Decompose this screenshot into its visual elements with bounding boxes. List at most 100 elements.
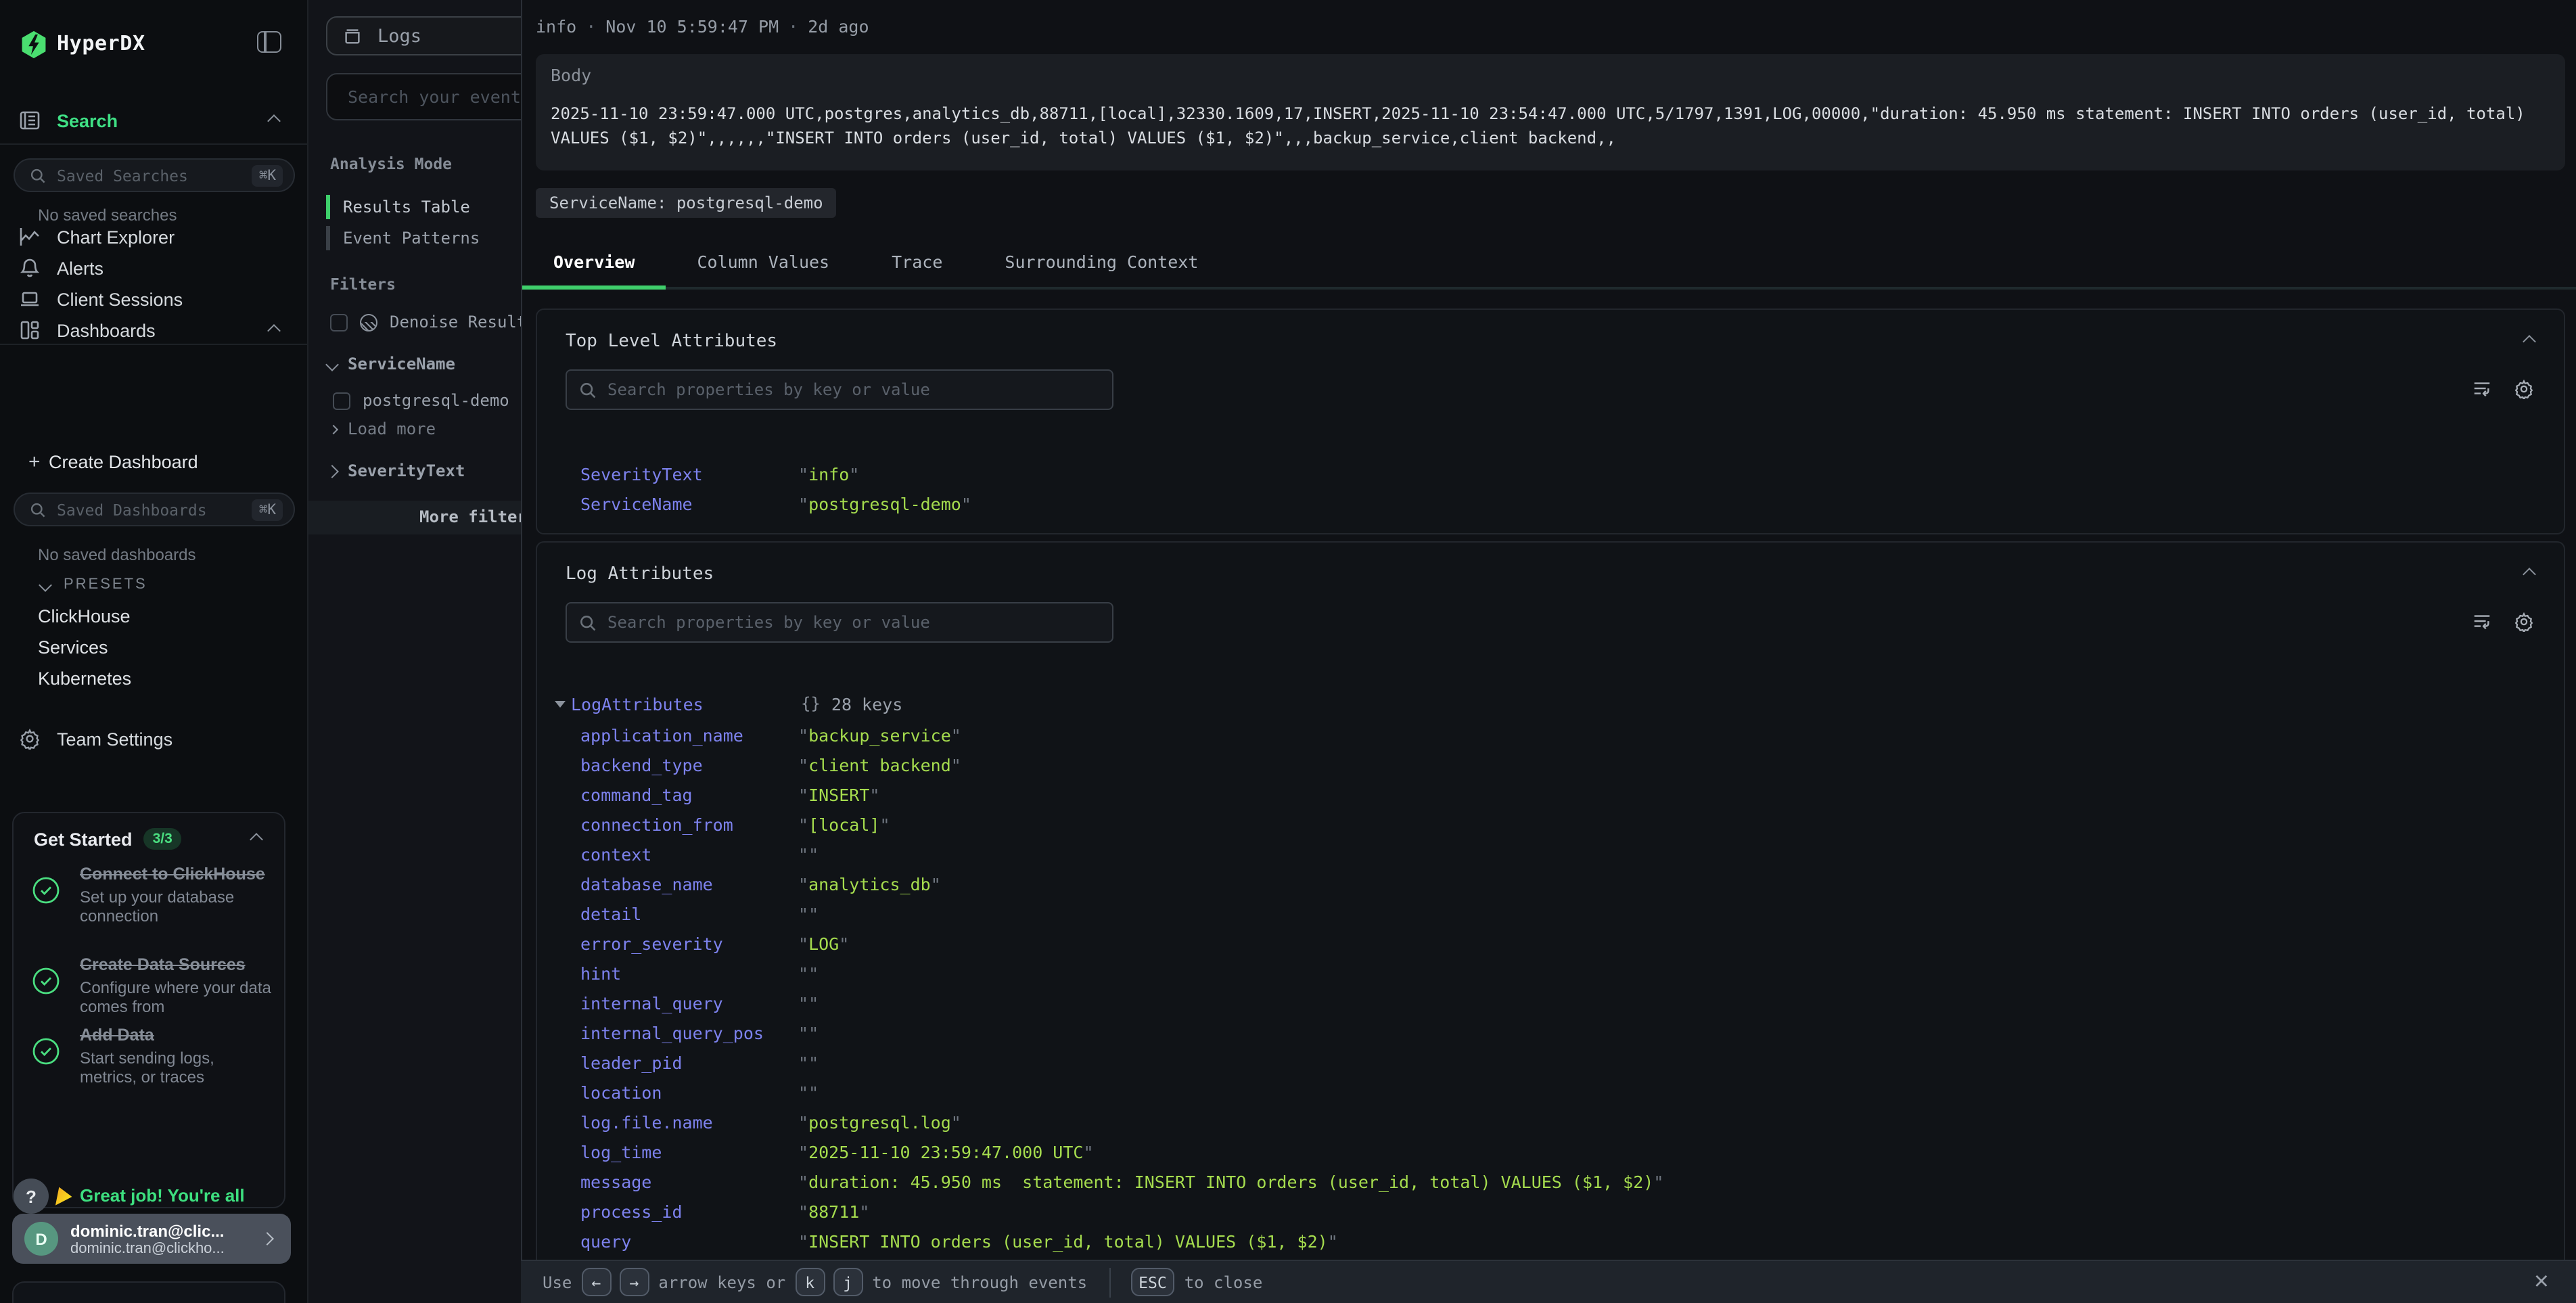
servicename-tag[interactable]: ServiceName: postgresql-demo: [536, 188, 837, 218]
attribute-value[interactable]: info: [808, 463, 849, 484]
wrap-lines-icon[interactable]: [2472, 612, 2492, 632]
servicename-group[interactable]: ServiceName: [327, 355, 455, 373]
attribute-key[interactable]: internal_query_pos: [580, 1022, 798, 1043]
source-selector[interactable]: Logs: [326, 16, 521, 55]
attribute-key[interactable]: message: [580, 1171, 798, 1191]
chevron-up-icon[interactable]: [2523, 335, 2536, 348]
servicename-option[interactable]: postgresql-demo: [333, 391, 509, 410]
checkbox[interactable]: [333, 392, 350, 409]
more-filters-button[interactable]: More filters: [308, 501, 521, 534]
help-button[interactable]: ?: [14, 1179, 49, 1214]
chevron-up-icon[interactable]: [267, 323, 281, 337]
saved-searches-input[interactable]: Saved Searches ⌘K: [14, 158, 295, 192]
user-menu[interactable]: D dominic.tran@clic... dominic.tran@clic…: [12, 1214, 291, 1264]
attribute-row[interactable]: SeverityText "info": [537, 459, 2564, 488]
attribute-value[interactable]: client backend: [808, 754, 951, 775]
attribute-row[interactable]: internal_query "": [537, 988, 2564, 1018]
attribute-row[interactable]: error_severity "LOG": [537, 928, 2564, 958]
attribute-row[interactable]: connection_from "[local]": [537, 809, 2564, 839]
sidebar-item-search[interactable]: Search: [0, 104, 308, 137]
attribute-value[interactable]: duration: 45.950 ms statement: INSERT IN…: [808, 1171, 1653, 1191]
sidebar-collapse-icon[interactable]: [257, 31, 281, 53]
attribute-value[interactable]: LOG: [808, 933, 839, 953]
attribute-key[interactable]: log.file.name: [580, 1112, 798, 1132]
attribute-value[interactable]: postgresql.log: [808, 1112, 951, 1132]
attribute-key[interactable]: ServiceName: [580, 493, 798, 513]
attribute-value[interactable]: INSERT INTO orders (user_id, total) VALU…: [808, 1231, 1328, 1251]
attribute-key[interactable]: connection_from: [580, 814, 798, 834]
mode-results-table[interactable]: Results Table: [326, 193, 470, 221]
attribute-row[interactable]: message "duration: 45.950 ms statement: …: [537, 1166, 2564, 1196]
attribute-key[interactable]: command_tag: [580, 784, 798, 804]
attribute-value[interactable]: backup_service: [808, 725, 951, 745]
sidebar-item-client-sessions[interactable]: Client Sessions: [0, 283, 308, 315]
load-more[interactable]: Load more: [330, 419, 436, 438]
checkbox[interactable]: [330, 313, 348, 331]
attribute-row[interactable]: log.file.name "postgresql.log": [537, 1107, 2564, 1137]
attribute-value[interactable]: INSERT: [808, 784, 869, 804]
attribute-row[interactable]: detail "": [537, 898, 2564, 928]
attribute-row[interactable]: application_name "backup_service": [537, 720, 2564, 750]
tab-overview[interactable]: Overview: [522, 235, 666, 287]
tab-trace[interactable]: Trace: [860, 235, 973, 287]
chevron-up-icon[interactable]: [2523, 568, 2536, 581]
property-search-input[interactable]: [607, 380, 1067, 399]
attribute-key[interactable]: context: [580, 844, 798, 864]
preset-clickhouse[interactable]: ClickHouse: [38, 606, 131, 626]
attribute-row[interactable]: query "INSERT INTO orders (user_id, tota…: [537, 1226, 2564, 1256]
attribute-row[interactable]: database_name "analytics_db": [537, 869, 2564, 898]
preset-services[interactable]: Services: [38, 637, 108, 658]
attribute-key[interactable]: query: [580, 1231, 798, 1251]
attribute-value[interactable]: 88711: [808, 1201, 859, 1221]
attribute-value[interactable]: [local]: [808, 814, 879, 834]
chevron-up-icon[interactable]: [250, 832, 263, 846]
attribute-key[interactable]: detail: [580, 903, 798, 923]
chevron-up-icon[interactable]: [267, 114, 281, 127]
attribute-key[interactable]: application_name: [580, 725, 798, 745]
attribute-row[interactable]: ServiceName "postgresql-demo": [537, 488, 2564, 518]
sidebar-item-team-settings[interactable]: Team Settings: [0, 723, 308, 755]
property-search-input[interactable]: [607, 613, 1067, 632]
sidebar-item-dashboards[interactable]: Dashboards: [0, 314, 308, 346]
presets-header[interactable]: PRESETS: [41, 576, 147, 593]
attribute-key[interactable]: process_id: [580, 1201, 798, 1221]
close-icon[interactable]: ×: [2534, 1265, 2549, 1300]
tab-column-values[interactable]: Column Values: [666, 235, 860, 287]
attribute-key[interactable]: log_time: [580, 1141, 798, 1162]
attribute-row[interactable]: log_time "2025-11-10 23:59:47.000 UTC": [537, 1137, 2564, 1166]
saved-dashboards-input[interactable]: Saved Dashboards ⌘K: [14, 493, 295, 526]
gear-icon[interactable]: [2514, 379, 2534, 399]
tab-surrounding-context[interactable]: Surrounding Context: [973, 235, 1229, 287]
attribute-row[interactable]: backend_type "client backend": [537, 750, 2564, 779]
attribute-row[interactable]: command_tag "INSERT": [537, 779, 2564, 809]
attribute-key[interactable]: LogAttributes: [571, 693, 801, 714]
attribute-key[interactable]: database_name: [580, 873, 798, 894]
attribute-key[interactable]: internal_query: [580, 992, 798, 1013]
attribute-value[interactable]: 2025-11-10 23:59:47.000 UTC: [808, 1141, 1083, 1162]
attribute-row[interactable]: context "": [537, 839, 2564, 869]
sidebar-item-chart-explorer[interactable]: Chart Explorer: [0, 221, 308, 253]
attribute-row[interactable]: hint "": [537, 958, 2564, 988]
preset-kubernetes[interactable]: Kubernetes: [38, 668, 131, 689]
attribute-row[interactable]: location "": [537, 1077, 2564, 1107]
attribute-row[interactable]: internal_query_pos "": [537, 1018, 2564, 1047]
gear-icon[interactable]: [2514, 612, 2534, 632]
event-search-input[interactable]: Search your event: [326, 73, 521, 120]
denoise-filter[interactable]: Denoise Results: [330, 313, 521, 332]
attribute-value[interactable]: analytics_db: [808, 873, 931, 894]
attribute-key[interactable]: hint: [580, 963, 798, 983]
attribute-row[interactable]: leader_pid "": [537, 1047, 2564, 1077]
attribute-value[interactable]: postgresql-demo: [808, 493, 961, 513]
attribute-key[interactable]: error_severity: [580, 933, 798, 953]
attribute-key[interactable]: backend_type: [580, 754, 798, 775]
attribute-key[interactable]: SeverityText: [580, 463, 798, 484]
logattributes-root-row[interactable]: LogAttributes {} 28 keys: [537, 689, 2564, 718]
mode-event-patterns[interactable]: Event Patterns: [326, 225, 480, 252]
attribute-key[interactable]: leader_pid: [580, 1052, 798, 1072]
attribute-key[interactable]: location: [580, 1082, 798, 1102]
attribute-row[interactable]: process_id "88711": [537, 1196, 2564, 1226]
wrap-lines-icon[interactable]: [2472, 379, 2492, 399]
severitytext-group[interactable]: SeverityText: [327, 461, 465, 480]
create-dashboard-button[interactable]: Create Dashboard: [49, 452, 198, 472]
property-search[interactable]: [566, 602, 1113, 643]
